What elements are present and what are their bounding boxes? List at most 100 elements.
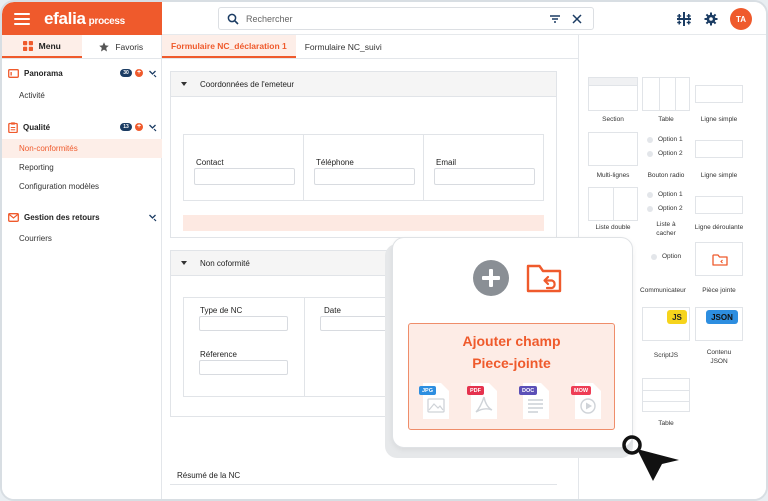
- component-contenu-label-2: JSON: [710, 358, 728, 365]
- chevron-down-icon[interactable]: [148, 213, 157, 222]
- user-avatar[interactable]: TA: [730, 8, 752, 30]
- hide-list-option-1[interactable]: Option 1: [647, 191, 683, 198]
- type-nc-label: Type de NC: [200, 306, 243, 315]
- sidebar-section-title[interactable]: Gestion des retours: [2, 210, 162, 224]
- sidebar-section-gestion-retours: Gestion des retours Courriers: [2, 210, 162, 248]
- add-attachment-popup: Ajouter champ Piece-jointe JPG PDF DOC M…: [392, 237, 633, 448]
- jpg-file-icon: JPG: [419, 383, 451, 419]
- component-ligne-deroulante[interactable]: [695, 196, 743, 214]
- component-ligne-simple-2-label: Ligne simple: [700, 172, 738, 179]
- sidebar-section-qualite: Qualité 13 + Non-conformités Reporting C…: [2, 120, 162, 196]
- mouse-cursor-icon: [622, 435, 679, 481]
- search-input[interactable]: Rechercher: [218, 7, 594, 30]
- star-icon: [99, 41, 110, 51]
- component-scriptjs-label: ScriptJS: [653, 352, 679, 359]
- hamburger-menu-icon[interactable]: [14, 12, 30, 25]
- top-bar: Rechercher TA: [162, 2, 766, 35]
- count-badge: 13: [120, 123, 132, 131]
- collapse-caret-icon[interactable]: [181, 82, 187, 86]
- component-table[interactable]: [642, 77, 690, 111]
- tab-favoris[interactable]: Favoris: [82, 35, 162, 58]
- resume-nc-label: Résumé de la NC: [177, 471, 241, 480]
- mail-icon: [8, 212, 19, 222]
- mow-file-icon: MOW: [571, 383, 603, 419]
- component-section[interactable]: [588, 77, 638, 111]
- component-table-2[interactable]: [642, 378, 690, 412]
- component-ligne-simple-2[interactable]: [695, 140, 743, 158]
- component-piece-jointe[interactable]: [695, 242, 743, 276]
- add-icon[interactable]: +: [135, 69, 143, 77]
- folder-attach-icon[interactable]: [526, 262, 562, 294]
- reference-label: Réference: [200, 350, 237, 359]
- panel-coordonnees: Coordonnées de l'emeteur Contact Télépho…: [170, 71, 557, 238]
- component-piece-jointe-label: Pièce jointe: [702, 287, 736, 294]
- component-ligne-simple-label: Ligne simple: [700, 116, 738, 123]
- panel-title: Coordonnées de l'emeteur: [200, 79, 295, 89]
- clipboard-icon: [8, 121, 18, 133]
- component-ligne-simple[interactable]: [695, 85, 743, 103]
- form-tabs: Formulaire NC_déclaration 1 Formulaire N…: [162, 35, 578, 59]
- sidebar-item-non-conformites[interactable]: Non-conformités: [2, 139, 162, 158]
- component-section-label: Section: [602, 116, 624, 123]
- sidebar-item-configuration-modeles[interactable]: Configuration modèles: [2, 177, 162, 196]
- sidebar-section-title[interactable]: Qualité 13 +: [2, 120, 162, 134]
- tab-menu-label: Menu: [38, 40, 61, 51]
- component-contenu-label: Contenu: [706, 349, 732, 356]
- filter-icon[interactable]: [549, 13, 561, 25]
- gear-icon[interactable]: [704, 12, 718, 26]
- component-communicateur-label: Communicateur: [640, 287, 686, 294]
- app-window: efalia process Rechercher TA Menu Favori…: [0, 0, 768, 501]
- telephone-label: Téléphone: [316, 158, 354, 167]
- component-table-label: Table: [658, 116, 674, 123]
- sidebar-item-activite[interactable]: Activité: [2, 86, 162, 105]
- plus-circle-icon[interactable]: [472, 259, 510, 297]
- contact-input[interactable]: [194, 168, 295, 185]
- component-scriptjs[interactable]: JS: [642, 307, 690, 341]
- component-liste-cacher-label-2: cacher: [656, 230, 676, 237]
- sidebar-section-title[interactable]: Panorama 30 +: [2, 66, 162, 80]
- chevron-down-icon[interactable]: [148, 69, 157, 78]
- json-chip: JSON: [706, 310, 738, 324]
- email-input[interactable]: [434, 168, 535, 185]
- component-multi-lignes[interactable]: [588, 132, 638, 166]
- component-liste-double-label: Liste double: [595, 224, 631, 231]
- component-liste-cacher-label: Liste à: [656, 221, 676, 228]
- component-bouton-radio-label: Bouton radio: [647, 172, 685, 179]
- date-label: Date: [324, 306, 341, 315]
- panel-header[interactable]: Coordonnées de l'emeteur: [171, 72, 556, 97]
- folder-icon: [712, 254, 728, 266]
- tab-formulaire-nc-suivi[interactable]: Formulaire NC_suivi: [296, 35, 391, 58]
- resume-nc-input[interactable]: [170, 484, 557, 499]
- tableau-logo-icon[interactable]: [676, 12, 692, 26]
- sidebar-item-reporting[interactable]: Reporting: [2, 158, 162, 177]
- sidebar-item-courriers[interactable]: Courriers: [2, 229, 162, 248]
- contact-label: Contact: [196, 158, 224, 167]
- search-icon: [227, 13, 239, 25]
- add-icon[interactable]: +: [135, 123, 143, 131]
- logo[interactable]: efalia process: [44, 9, 125, 29]
- component-multi-lignes-label: Multi-lignes: [596, 172, 630, 179]
- tab-menu[interactable]: Menu: [2, 35, 82, 58]
- type-nc-input[interactable]: [199, 316, 288, 331]
- tab-favoris-label: Favoris: [115, 41, 144, 52]
- communicateur-option[interactable]: Option: [651, 253, 681, 260]
- hide-list-option-2[interactable]: Option 2: [647, 205, 683, 212]
- radio-option-1[interactable]: Option 1: [647, 136, 683, 143]
- radio-option-2[interactable]: Option 2: [647, 150, 683, 157]
- collapse-caret-icon[interactable]: [181, 261, 187, 265]
- component-table-2-label: Table: [658, 420, 674, 427]
- doc-file-icon: DOC: [519, 383, 551, 419]
- grid-icon: [22, 40, 33, 51]
- close-icon[interactable]: [571, 13, 583, 25]
- popup-title-line1: Ajouter champ: [462, 333, 561, 349]
- component-contenu-json[interactable]: JSON: [695, 307, 743, 341]
- brand-bar: efalia process: [2, 2, 162, 35]
- reference-input[interactable]: [199, 360, 288, 375]
- chevron-down-icon[interactable]: [148, 123, 157, 132]
- sidebar: Menu Favoris Panorama 30 + Activité Qual…: [2, 35, 162, 499]
- drop-zone-bar[interactable]: [183, 215, 544, 231]
- email-label: Email: [436, 158, 457, 167]
- tab-formulaire-nc-declaration[interactable]: Formulaire NC_déclaration 1: [162, 35, 296, 58]
- telephone-input[interactable]: [314, 168, 415, 185]
- component-liste-double[interactable]: [588, 187, 638, 221]
